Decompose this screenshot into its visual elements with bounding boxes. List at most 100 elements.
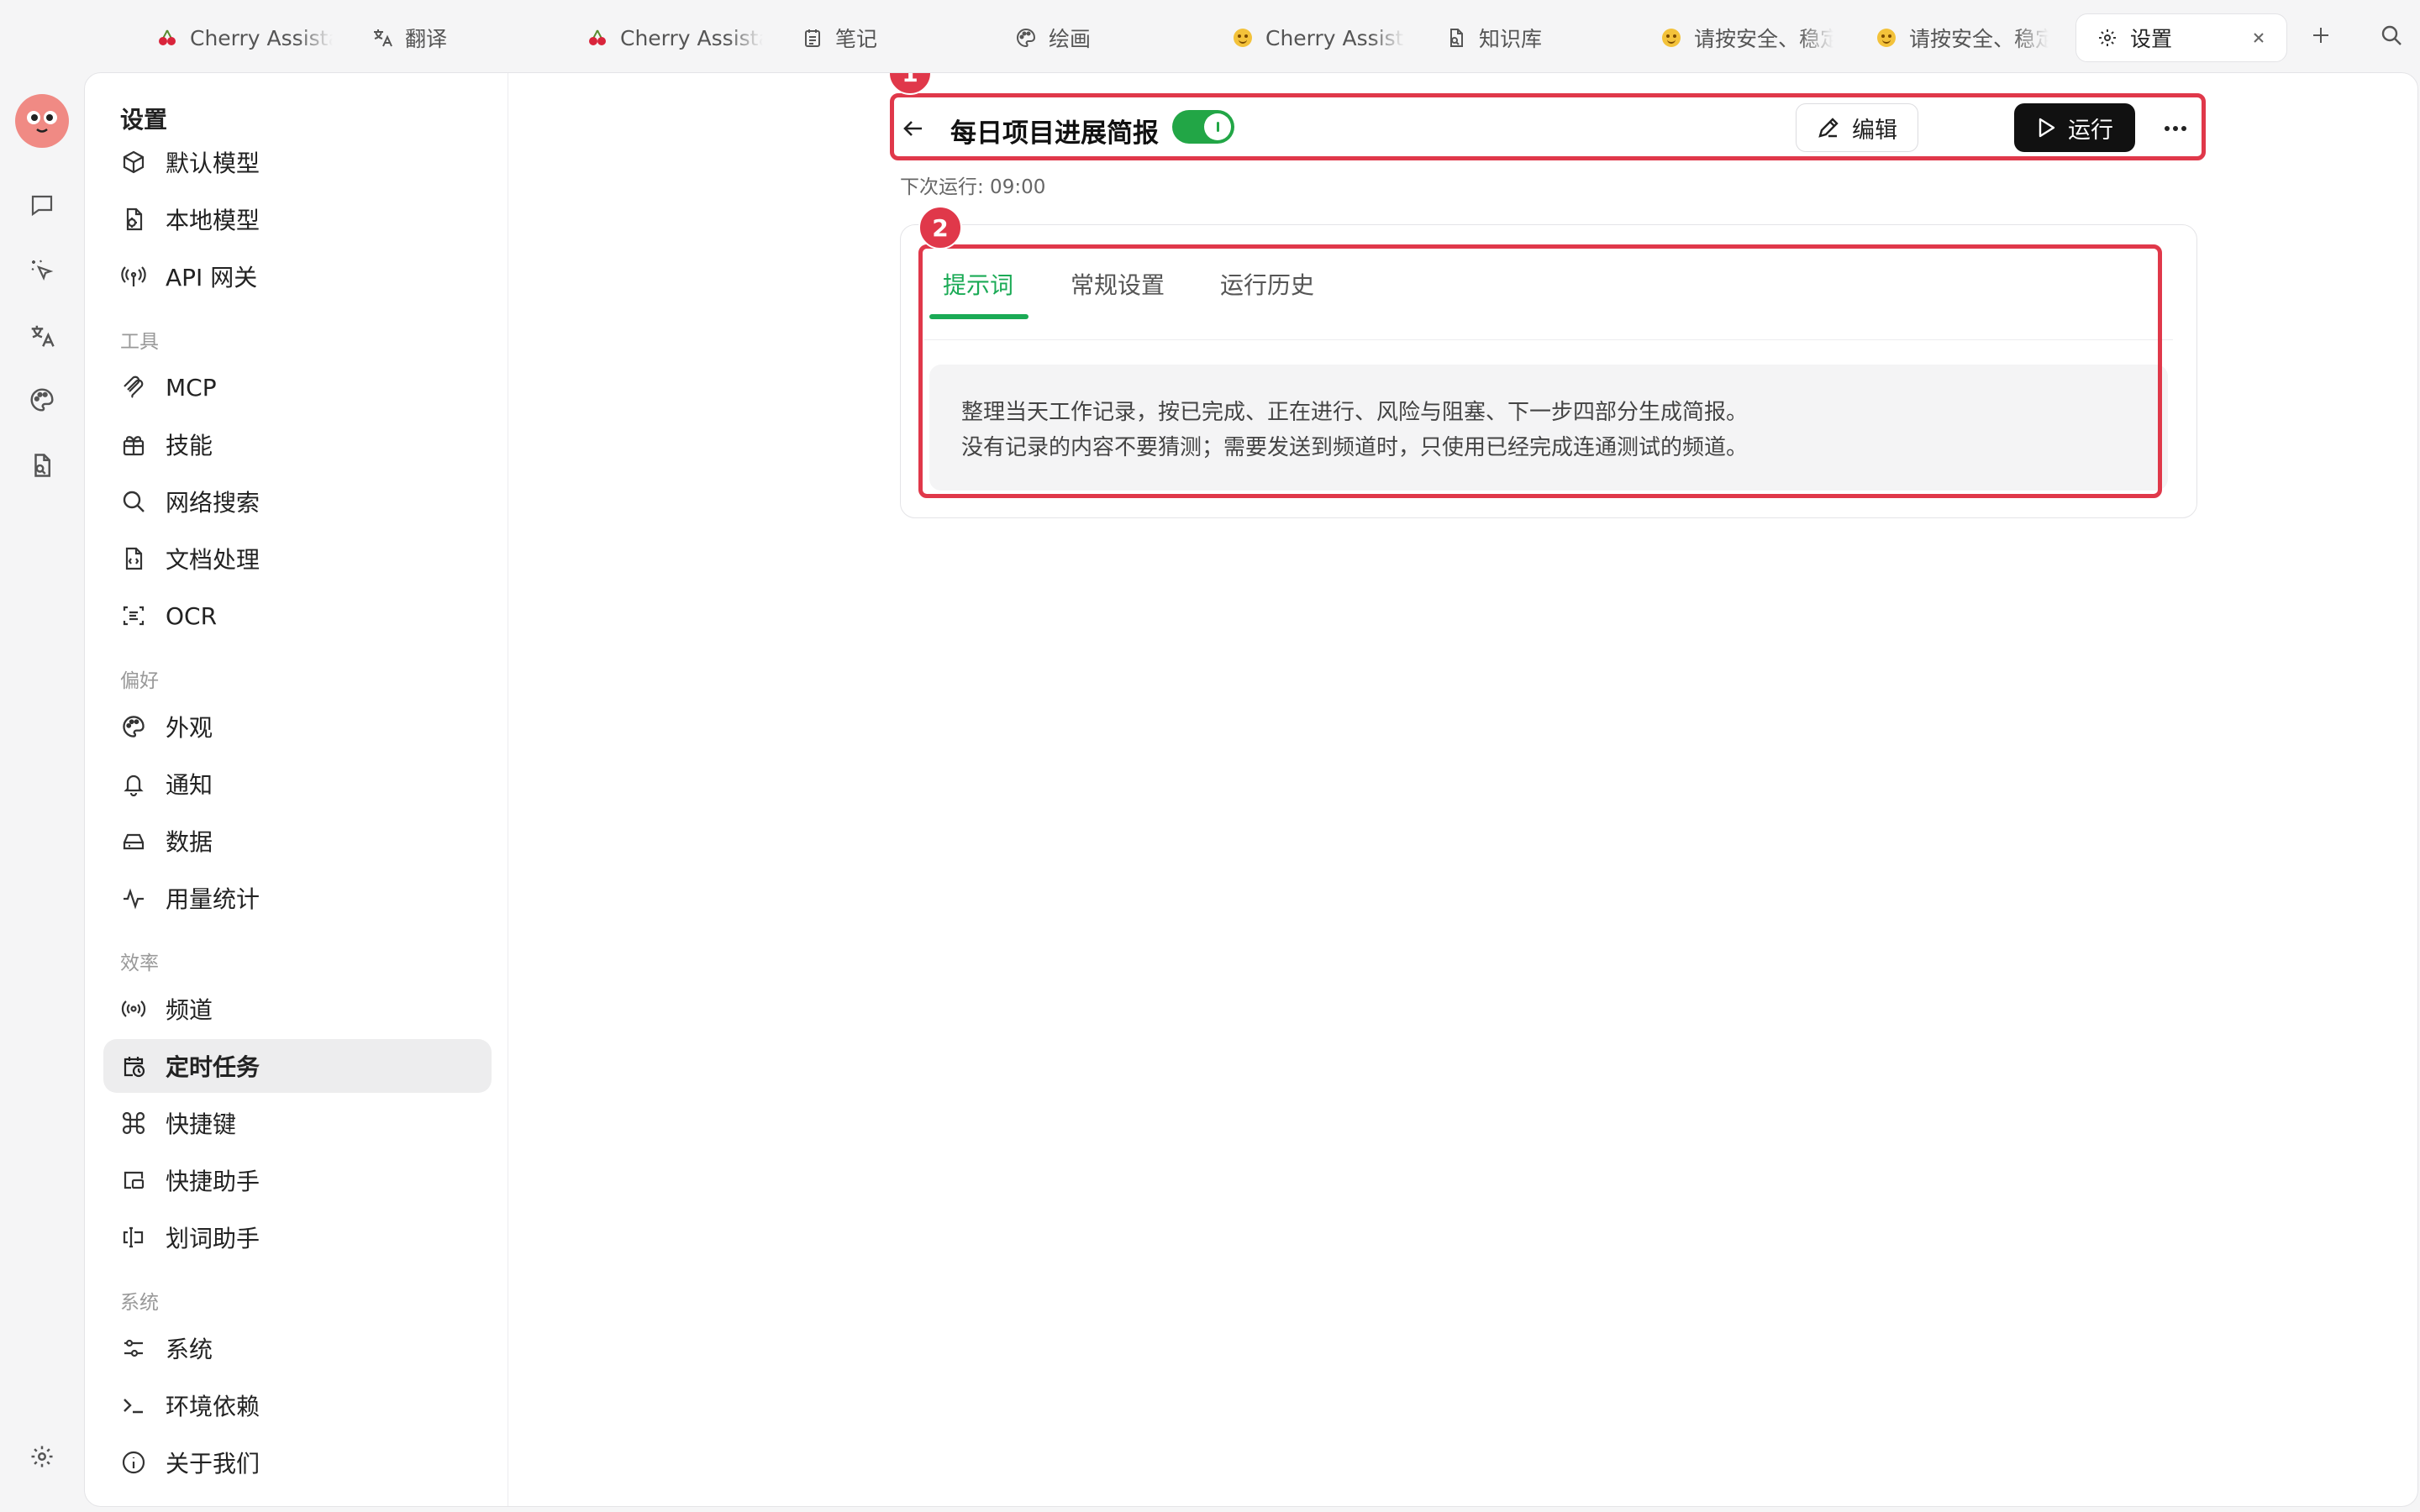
tab-label: Cherry Assistant [620,25,763,50]
cherry-icon [587,27,608,49]
activity-icon [120,885,147,911]
play-icon [2036,117,2056,139]
settings-button[interactable] [24,1438,60,1475]
nav-label: 系统 [166,1336,213,1363]
mcp-icon [120,374,147,401]
settings-title: 设置 [120,106,168,134]
document-icon [120,545,147,572]
nav-label: 定时任务 [166,1053,260,1081]
paint-button[interactable] [24,381,60,418]
nav-data[interactable]: 数据 [103,814,492,868]
tab-safety-1[interactable]: 请按安全、稳定 [1660,13,1833,62]
tab-knowledge-base[interactable]: 知识库 [1445,13,1542,62]
nav-label: 数据 [166,828,213,856]
nav-label: 快捷键 [166,1110,237,1138]
nav-system[interactable]: 系统 [103,1321,492,1375]
command-icon [120,1110,147,1137]
nav-label: 用量统计 [166,885,260,913]
nav-scheduled-tasks[interactable]: 定时任务 [103,1039,492,1093]
nav-shortcuts[interactable]: 快捷键 [103,1096,492,1150]
section-title-efficiency: 效率 [120,953,159,974]
knowledge-button[interactable] [24,447,60,484]
tab-label: 请按安全、稳定 [1909,27,2049,51]
nav-channels[interactable]: 频道 [103,982,492,1036]
palette-icon [1015,27,1037,49]
nav-document-processing[interactable]: 文档处理 [103,532,492,585]
nav-notifications[interactable]: 通知 [103,757,492,811]
tab-label: 笔记 [835,27,878,51]
cherry-icon [156,27,178,49]
gear-icon [29,1444,55,1469]
tab-cherry-assistant-3[interactable]: Cherry Assistant [1232,13,1405,62]
run-button[interactable]: 运行 [2014,103,2135,152]
chat-button[interactable] [24,186,60,223]
agent-button[interactable] [24,252,60,289]
tab-label: 设置 [2130,27,2173,51]
annotation-box-2 [918,244,2162,498]
translate-button[interactable] [24,318,60,354]
nav-label: 频道 [166,996,213,1024]
more-options-button[interactable] [2159,112,2192,145]
nav-label: 快捷助手 [166,1168,260,1195]
section-title-preferences: 偏好 [120,670,159,692]
nav-skills[interactable]: 技能 [103,417,492,471]
nav-ocr[interactable]: OCR [103,589,492,643]
run-label: 运行 [2068,117,2113,144]
section-title-tools: 工具 [120,331,159,353]
nav-appearance[interactable]: 外观 [103,700,492,753]
nav-label: 技能 [166,432,213,459]
cube-icon [120,149,147,176]
nav-label: MCP [166,373,217,402]
nav-api-gateway[interactable]: API 网关 [103,249,492,303]
knowledge-icon [29,453,55,478]
settings-nav: 设置 默认模型 本地模型 API 网关 工具 MCP 技能 网络搜索 文档处理 … [85,73,508,1506]
nav-about[interactable]: 关于我们 [103,1436,492,1489]
back-button[interactable] [897,112,930,145]
tab-safety-2[interactable]: 请按安全、稳定 [1876,13,2049,62]
nav-label: 关于我们 [166,1450,260,1478]
nav-local-model[interactable]: 本地模型 [103,192,492,246]
tab-label: Cherry Assistant [1265,25,1405,50]
nav-text-selection-assistant[interactable]: 划词助手 [103,1210,492,1264]
tab-label: 请按安全、稳定 [1694,27,1833,51]
palette-icon [120,713,147,740]
nav-label: OCR [166,601,218,630]
close-icon[interactable] [2251,30,2266,45]
nav-web-search[interactable]: 网络搜索 [103,475,492,528]
task-enabled-toggle[interactable] [1172,110,1234,144]
nav-label: 默认模型 [166,150,260,177]
nav-mcp[interactable]: MCP [103,360,492,414]
nav-label: API 网关 [166,264,258,291]
annotation-badge-2: 2 [918,206,962,249]
translate-icon [29,323,55,349]
tab-settings[interactable]: 设置 [2075,13,2287,62]
nav-label: 网络搜索 [166,489,260,517]
tab-paint[interactable]: 绘画 [1015,13,1091,62]
bell-icon [120,770,147,797]
tab-label: 知识库 [1479,27,1543,51]
new-tab-button[interactable] [2307,22,2334,49]
edit-button[interactable]: 编辑 [1796,103,1918,152]
search-icon [2380,24,2403,47]
drive-icon [120,827,147,854]
antenna-icon [120,263,147,290]
section-title-system: 系统 [120,1292,159,1314]
nav-environment-deps[interactable]: 环境依赖 [103,1378,492,1432]
tab-label: 翻译 [405,27,448,51]
search-button[interactable] [2378,22,2405,49]
search-icon [120,488,147,515]
tab-cherry-assistant-2[interactable]: Cherry Assistant [587,13,763,62]
annotation-badge-1: 1 [888,73,932,95]
nav-quick-assistant[interactable]: 快捷助手 [103,1153,492,1207]
skill-icon [120,431,147,458]
nav-default-model[interactable]: 默认模型 [103,135,492,189]
tab-cherry-assistant-1[interactable]: Cherry Assistant [156,13,333,62]
settings-window: 设置 默认模型 本地模型 API 网关 工具 MCP 技能 网络搜索 文档处理 … [84,72,2418,1507]
tab-translate[interactable]: 翻译 [371,13,447,62]
nav-usage-stats[interactable]: 用量统计 [103,871,492,925]
quick-assistant-icon [120,1167,147,1194]
tab-bar: Cherry Assistant 翻译 Cherry Assistant 笔记 … [0,0,2420,72]
next-run-time: 下次运行: 09:00 [900,176,1046,198]
tab-notes[interactable]: 笔记 [802,13,877,62]
edit-label: 编辑 [1852,117,1897,144]
